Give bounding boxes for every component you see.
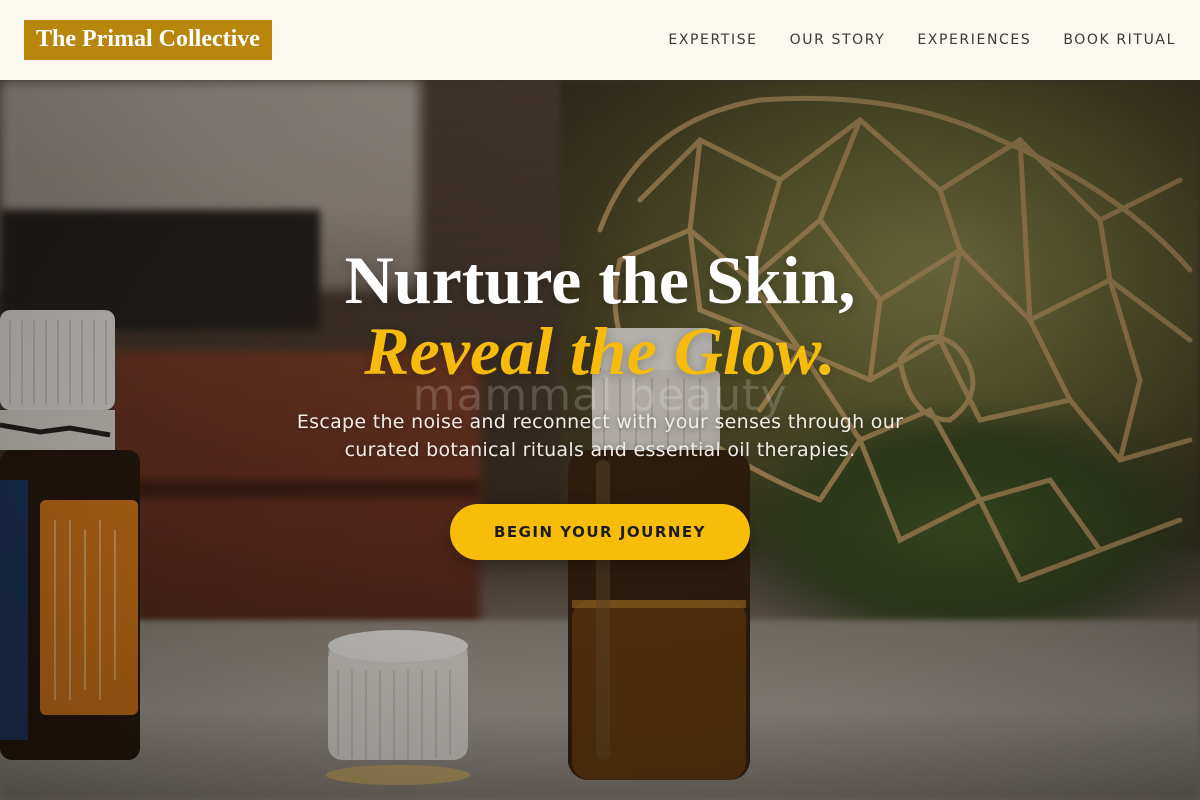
main-nav: EXPERTISE OUR STORY EXPERIENCES BOOK RIT… — [636, 32, 1176, 48]
begin-journey-button[interactable]: BEGIN YOUR JOURNEY — [450, 504, 750, 560]
hero-subtext: Escape the noise and reconnect with your… — [296, 411, 904, 461]
nav-link-experiences[interactable]: EXPERIENCES — [917, 32, 1031, 48]
site-header: The Primal Collective EXPERTISE OUR STOR… — [0, 0, 1200, 80]
hero-headline-line1: Nurture the Skin, — [344, 242, 856, 318]
nav-link-our-story[interactable]: OUR STORY — [790, 32, 886, 48]
nav-link-expertise[interactable]: EXPERTISE — [668, 32, 757, 48]
nav-link-book-ritual[interactable]: BOOK RITUAL — [1063, 32, 1176, 48]
hero-headline-line2: Reveal the Glow. — [364, 313, 836, 389]
site-logo[interactable]: The Primal Collective — [24, 20, 272, 60]
hero-content: mammal beauty Nurture the Skin, Reveal t… — [0, 80, 1200, 800]
